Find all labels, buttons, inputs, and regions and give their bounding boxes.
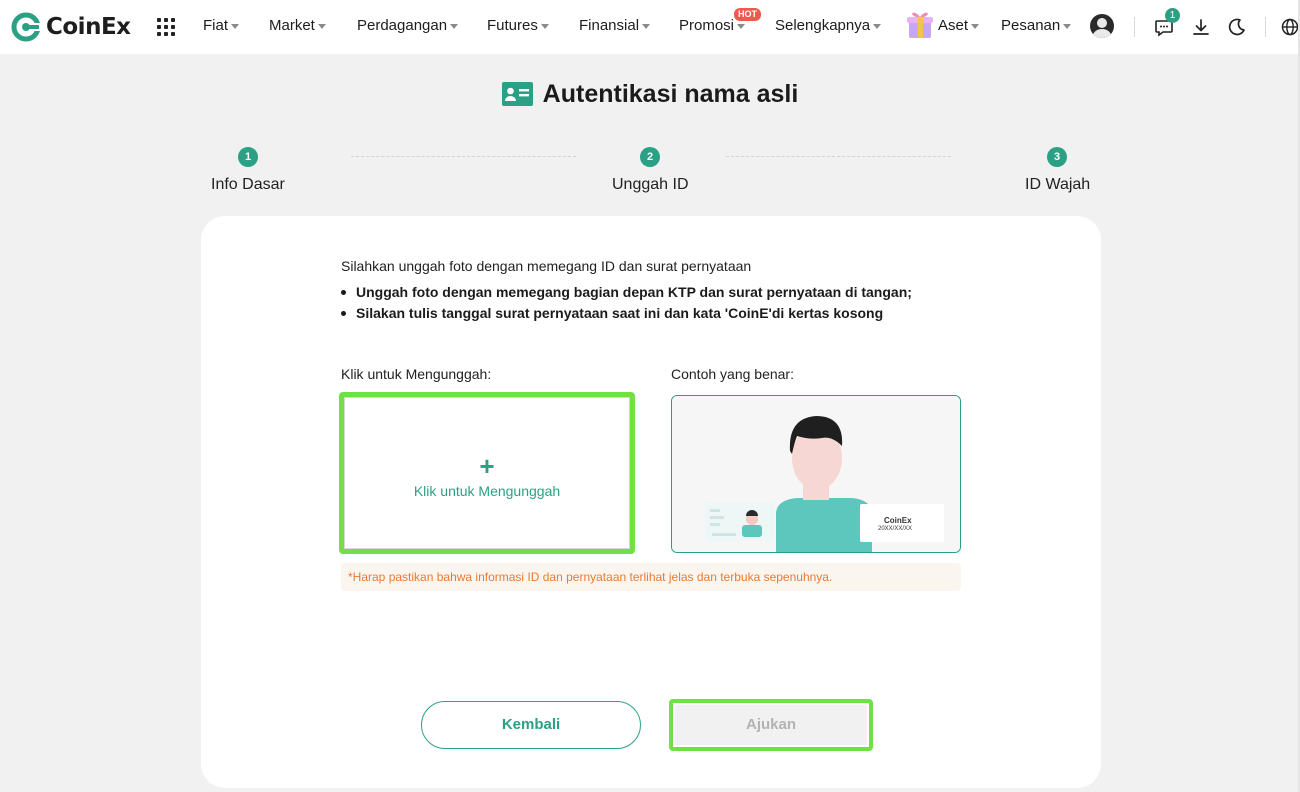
nav-promosi-label: Promosi <box>679 17 735 34</box>
nav-pesanan-label: Pesanan <box>1001 17 1061 34</box>
upload-card <box>201 216 1101 788</box>
top-navbar: CoinEx Fiat Market Perdagangan Futures F… <box>0 0 1300 54</box>
example-image: CoinEx 20XX/XX/XX <box>671 395 961 553</box>
download-icon[interactable] <box>1191 17 1211 37</box>
plus-icon: + <box>479 451 495 481</box>
warning-note: *Harap pastikan bahwa informasi ID dan p… <box>341 563 961 591</box>
chevron-down-icon <box>540 24 549 29</box>
chat-count-badge: 1 <box>1165 8 1180 23</box>
nav-aset-label: Aset <box>938 17 969 34</box>
submit-button-highlight: Ajukan <box>669 699 873 751</box>
chevron-down-icon <box>873 24 882 29</box>
example-note-brand: CoinEx <box>884 516 912 525</box>
chevron-down-icon <box>231 24 240 29</box>
coinex-logo-icon <box>11 12 41 42</box>
nav-market-label: Market <box>269 17 315 34</box>
avatar[interactable] <box>1090 14 1114 38</box>
apps-grid-icon[interactable] <box>157 18 175 36</box>
nav-selengkapnya[interactable]: Selengkapnya <box>775 17 882 34</box>
gift-icon[interactable] <box>904 8 936 40</box>
nav-market[interactable]: Market <box>269 17 326 34</box>
moon-icon[interactable] <box>1227 17 1247 37</box>
nav-pesanan[interactable]: Pesanan <box>1001 17 1072 34</box>
chevron-down-icon <box>450 24 459 29</box>
step-2-label: Unggah ID <box>612 176 689 193</box>
step-connector <box>351 156 576 157</box>
nav-fiat-label: Fiat <box>203 17 229 34</box>
example-label: Contoh yang benar: <box>671 366 794 382</box>
upload-instructions: Silahkan unggah foto dengan memegang ID … <box>341 258 752 274</box>
step-1-number: 1 <box>238 147 258 167</box>
upload-button-text: Klik untuk Mengunggah <box>413 483 561 499</box>
nav-perdagangan[interactable]: Perdagangan <box>357 17 459 34</box>
nav-fiat[interactable]: Fiat <box>203 17 240 34</box>
upload-label: Klik untuk Mengunggah: <box>341 366 492 382</box>
nav-aset[interactable]: Aset <box>938 17 980 34</box>
nav-divider <box>1265 17 1266 37</box>
nav-finansial-label: Finansial <box>579 17 640 34</box>
step-3-label: ID Wajah <box>1025 176 1091 193</box>
nav-finansial[interactable]: Finansial <box>579 17 651 34</box>
submit-button[interactable]: Ajukan <box>675 705 867 745</box>
upload-dropzone[interactable]: + Klik untuk Mengunggah <box>339 392 635 554</box>
brand-name: CoinEx <box>46 14 131 40</box>
chevron-down-icon <box>971 24 980 29</box>
chevron-down-icon <box>737 24 746 29</box>
chevron-down-icon <box>642 24 651 29</box>
nav-futures-label: Futures <box>487 17 538 34</box>
nav-perdagangan-label: Perdagangan <box>357 17 448 34</box>
instruction-bullet: Silakan tulis tanggal surat pernyataan s… <box>341 305 883 321</box>
globe-icon[interactable] <box>1280 17 1300 37</box>
step-connector <box>726 156 951 157</box>
nav-divider <box>1134 17 1135 37</box>
back-button[interactable]: Kembali <box>421 701 641 749</box>
nav-futures[interactable]: Futures <box>487 17 549 34</box>
hot-badge: HOT <box>734 8 761 21</box>
nav-selengkapnya-label: Selengkapnya <box>775 17 871 34</box>
step-2-number: 2 <box>640 147 660 167</box>
instruction-bullet: Unggah foto dengan memegang bagian depan… <box>341 284 912 300</box>
page-title: Autentikasi nama asli <box>542 79 799 108</box>
step-1-label: Info Dasar <box>211 176 285 193</box>
example-note-date: 20XX/XX/XX <box>878 526 913 532</box>
coinex-logo[interactable]: CoinEx <box>11 12 131 42</box>
example-person-illustration <box>672 396 960 552</box>
step-3-number: 3 <box>1047 147 1067 167</box>
chevron-down-icon <box>1063 24 1072 29</box>
id-card-icon <box>501 82 533 106</box>
page-header: Autentikasi nama asli <box>0 78 1300 110</box>
chevron-down-icon <box>317 24 326 29</box>
